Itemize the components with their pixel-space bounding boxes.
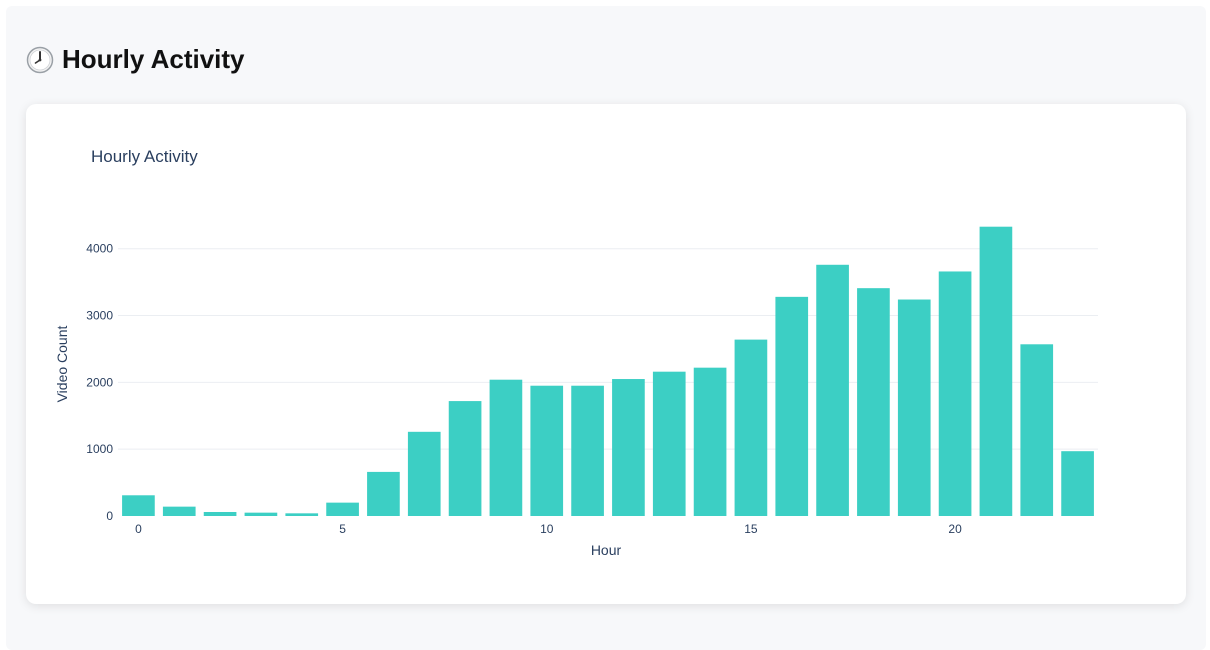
bar-hour-23[interactable]: [1061, 451, 1094, 516]
page: Hourly Activity Hourly Activity 0 5 10 15 20…: [6, 6, 1206, 650]
bar-hour-8[interactable]: [448, 401, 482, 516]
bar-hour-16[interactable]: [775, 296, 809, 516]
bar-chart: Hourly Activity 0 5 10 15 20 0 1000 2000 3000 40…: [54, 147, 1098, 558]
y-axis-ticks: 0 1000 2000 3000 4000: [86, 242, 113, 523]
chart-card: Hourly Activity 0 5 10 15 20 0 1000 2000 3000 40…: [26, 104, 1186, 604]
bar-hour-15[interactable]: [734, 339, 768, 516]
bar-hour-12[interactable]: [612, 379, 645, 516]
bar-hour-3[interactable]: [244, 512, 278, 516]
bar-hour-21[interactable]: [979, 226, 1013, 516]
x-tick-label: 15: [744, 522, 758, 536]
bar-hour-22[interactable]: [1020, 344, 1054, 516]
bar-hour-20[interactable]: [938, 271, 972, 516]
x-axis-label: Hour: [591, 542, 622, 558]
y-tick-label: 2000: [86, 375, 113, 389]
x-tick-label: 0: [135, 522, 142, 536]
bar-hour-17[interactable]: [816, 264, 849, 516]
bar-hour-0[interactable]: [122, 495, 155, 516]
bar-hour-2[interactable]: [203, 511, 237, 516]
bar-hour-19[interactable]: [897, 299, 931, 516]
x-tick-label: 10: [540, 522, 554, 536]
x-tick-label: 5: [339, 522, 346, 536]
bar-hour-6[interactable]: [367, 471, 400, 516]
bar-hour-18[interactable]: [857, 288, 890, 516]
y-tick-label: 4000: [86, 242, 113, 256]
bar-hour-1[interactable]: [162, 506, 196, 516]
bar-hour-14[interactable]: [693, 367, 727, 516]
section-title: Hourly Activity: [62, 44, 245, 74]
section-header: Hourly Activity: [26, 44, 245, 75]
bar-hour-4[interactable]: [285, 513, 319, 516]
bar-hour-7[interactable]: [407, 431, 441, 516]
y-axis-label: Video Count: [54, 325, 70, 402]
clock-icon: [26, 46, 54, 73]
chart-title: Hourly Activity: [91, 147, 198, 166]
x-axis-ticks: 0 5 10 15 20: [135, 522, 962, 536]
y-tick-label: 1000: [86, 442, 113, 456]
y-tick-label: 0: [106, 509, 113, 523]
bar-hour-9[interactable]: [489, 379, 523, 516]
bar-hour-13[interactable]: [652, 371, 686, 516]
y-tick-label: 3000: [86, 309, 113, 323]
bar-hour-5[interactable]: [326, 502, 359, 516]
plot-area: Hourly Activity 0 5 10 15 20 0 1000 2000 3000 40…: [34, 112, 1178, 596]
bars: [122, 226, 1094, 516]
bar-hour-11[interactable]: [571, 385, 604, 516]
x-tick-label: 20: [948, 522, 962, 536]
bar-hour-10[interactable]: [530, 385, 564, 516]
